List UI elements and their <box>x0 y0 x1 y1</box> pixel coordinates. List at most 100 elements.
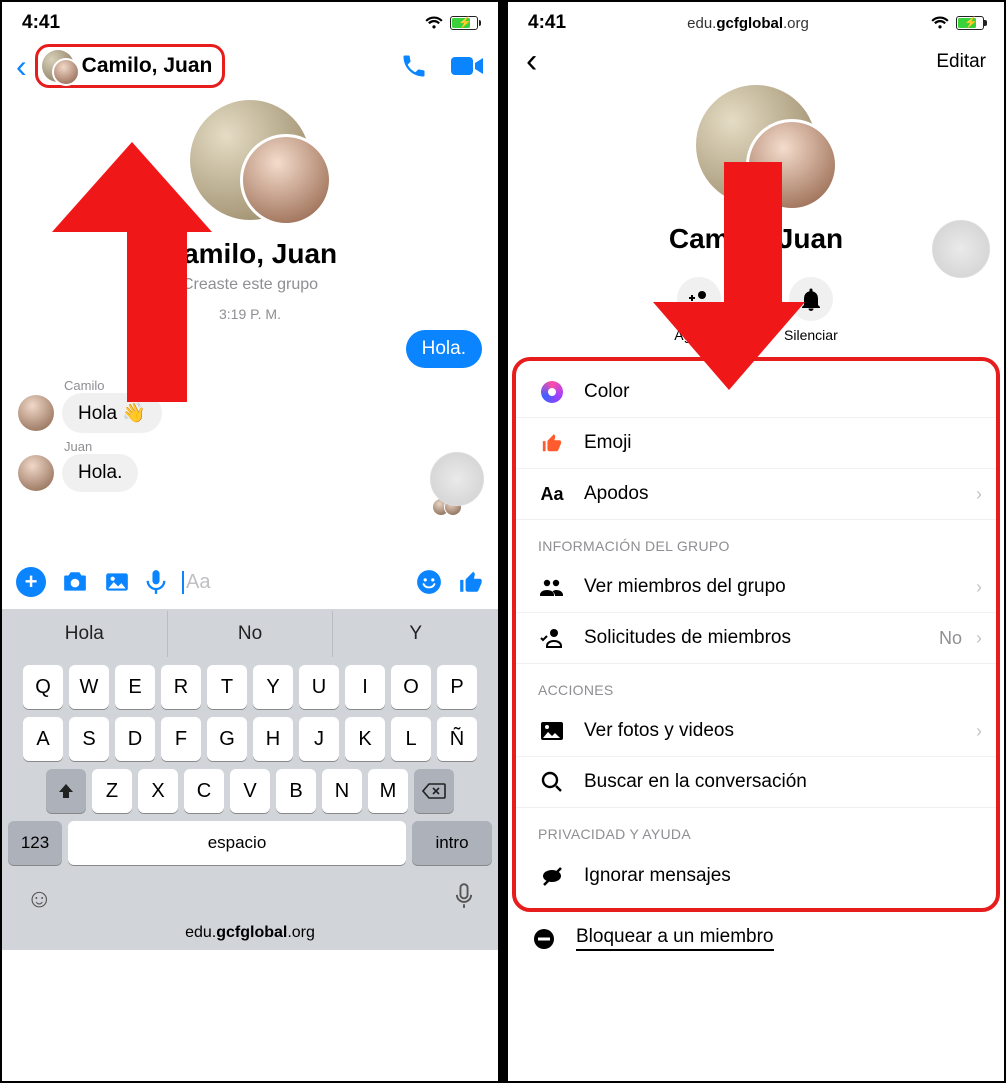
back-icon[interactable]: ‹ <box>16 48 27 85</box>
camera-icon[interactable] <box>62 571 88 593</box>
key[interactable]: E <box>115 665 155 709</box>
key[interactable]: U <box>299 665 339 709</box>
emoji-keyboard-icon[interactable]: ☺ <box>26 883 53 914</box>
chat-head-bubble[interactable] <box>932 220 990 278</box>
chat-header: ‹ Camilo, Juan <box>2 38 498 94</box>
wifi-icon <box>424 16 444 30</box>
key[interactable]: G <box>207 717 247 761</box>
backspace-key[interactable] <box>414 769 454 813</box>
text-icon: Aa <box>538 484 566 505</box>
group-avatar-large <box>190 100 310 220</box>
color-icon <box>538 381 566 403</box>
key[interactable]: B <box>276 769 316 813</box>
key[interactable]: X <box>138 769 178 813</box>
row-label: Solicitudes de miembros <box>584 627 791 649</box>
back-icon[interactable]: ‹ <box>526 42 537 81</box>
settings-screen: 4:41 edu.gcfglobal.org ⚡ ‹ Editar Camilo… <box>508 2 1004 1081</box>
key[interactable]: K <box>345 717 385 761</box>
panel-divider <box>498 2 508 1081</box>
nicknames-row[interactable]: Aa Apodos › <box>516 469 996 520</box>
section-header: Privacidad y ayuda <box>516 808 996 850</box>
message-input[interactable]: Aa <box>182 571 400 594</box>
row-label: Ver miembros del grupo <box>584 576 786 598</box>
chevron-right-icon: › <box>976 721 982 742</box>
shift-key[interactable] <box>46 769 86 813</box>
people-icon <box>538 578 566 596</box>
avatar-icon <box>18 395 54 431</box>
row-label: Apodos <box>584 483 648 505</box>
key[interactable]: N <box>322 769 362 813</box>
sender-label: Juan <box>64 439 482 454</box>
key[interactable]: P <box>437 665 477 709</box>
key[interactable]: F <box>161 717 201 761</box>
numbers-key[interactable]: 123 <box>8 821 62 865</box>
key[interactable]: I <box>345 665 385 709</box>
phone-icon[interactable] <box>400 52 428 80</box>
composer: + Aa <box>2 555 498 609</box>
key[interactable]: D <box>115 717 155 761</box>
status-bar: 4:41 ⚡ <box>2 2 498 38</box>
key[interactable]: A <box>23 717 63 761</box>
suggestion[interactable]: No <box>168 611 334 657</box>
source-url: edu.gcfglobal.org <box>2 920 498 950</box>
enter-key[interactable]: intro <box>412 821 492 865</box>
emoji-row[interactable]: Emoji <box>516 418 996 469</box>
key[interactable]: O <box>391 665 431 709</box>
mic-icon[interactable] <box>146 569 166 595</box>
suggestion[interactable]: Y <box>333 611 498 657</box>
smile-icon[interactable] <box>416 569 442 595</box>
wifi-icon <box>930 16 950 30</box>
key[interactable]: Q <box>23 665 63 709</box>
key[interactable]: T <box>207 665 247 709</box>
key[interactable]: S <box>69 717 109 761</box>
key[interactable]: Ñ <box>437 717 477 761</box>
row-label: Emoji <box>584 432 632 454</box>
incoming-bubble[interactable]: Hola. <box>62 454 138 492</box>
key[interactable]: V <box>230 769 270 813</box>
key[interactable]: Y <box>253 665 293 709</box>
search-icon <box>538 771 566 793</box>
chevron-right-icon: › <box>976 484 982 505</box>
key[interactable]: M <box>368 769 408 813</box>
keyboard: Hola No Y QWERTYUIOP ASDFGHJKLÑ ZXCVBNM … <box>2 609 498 950</box>
key[interactable]: R <box>161 665 201 709</box>
timestamp: 3:19 P. M. <box>2 306 498 322</box>
like-icon[interactable] <box>458 569 484 595</box>
clock: 4:41 <box>22 12 60 34</box>
space-key[interactable]: espacio <box>68 821 406 865</box>
video-icon[interactable] <box>450 54 484 78</box>
seen-indicator <box>18 498 482 519</box>
ignore-row[interactable]: Ignorar mensajes <box>516 850 996 902</box>
chat-title-pill[interactable]: Camilo, Juan <box>35 44 226 88</box>
key[interactable]: H <box>253 717 293 761</box>
photo-icon[interactable] <box>104 571 130 593</box>
outgoing-bubble[interactable]: Hola. <box>406 330 482 368</box>
block-icon <box>530 928 558 950</box>
key[interactable]: C <box>184 769 224 813</box>
key[interactable]: J <box>299 717 339 761</box>
photo-icon <box>538 721 566 741</box>
dictation-icon[interactable] <box>454 883 474 914</box>
members-row[interactable]: Ver miembros del grupo › <box>516 562 996 613</box>
photos-row[interactable]: Ver fotos y videos › <box>516 706 996 757</box>
key[interactable]: L <box>391 717 431 761</box>
requests-row[interactable]: Solicitudes de miembros No › <box>516 613 996 664</box>
key[interactable]: W <box>69 665 109 709</box>
key[interactable]: Z <box>92 769 132 813</box>
avatar-icon <box>18 455 54 491</box>
battery-icon: ⚡ <box>956 16 984 30</box>
block-row[interactable]: Bloquear a un miembro <box>508 912 1004 965</box>
chevron-right-icon: › <box>976 628 982 649</box>
chat-head-bubble[interactable] <box>430 452 484 506</box>
thumb-icon <box>538 432 566 454</box>
row-label: Buscar en la conversación <box>584 771 807 793</box>
row-label: Bloquear a un miembro <box>576 926 774 951</box>
chevron-right-icon: › <box>976 577 982 598</box>
edit-button[interactable]: Editar <box>936 51 986 73</box>
suggestion[interactable]: Hola <box>2 611 168 657</box>
section-header: Acciones <box>516 664 996 706</box>
search-row[interactable]: Buscar en la conversación <box>516 757 996 808</box>
source-url: edu.gcfglobal.org <box>687 15 809 32</box>
add-icon[interactable]: + <box>16 567 46 597</box>
settings-list: Color Emoji Aa Apodos › Información del … <box>512 357 1000 912</box>
